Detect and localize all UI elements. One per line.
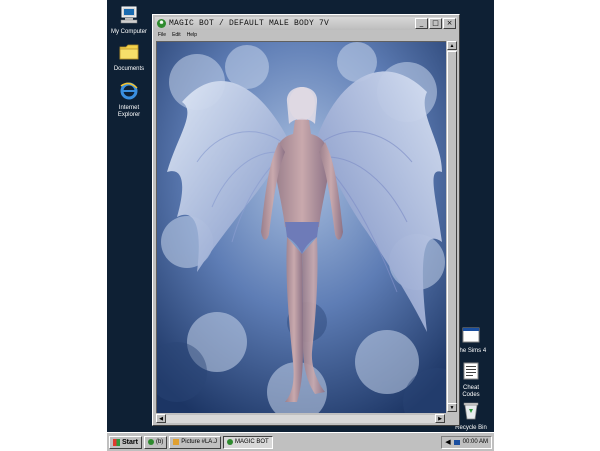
taskbar-item-picture[interactable]: Picture #LA.J <box>169 435 221 449</box>
menu-edit[interactable]: Edit <box>172 31 181 40</box>
taskbar-item-label: Picture #LA.J <box>181 438 217 445</box>
desktop-icon-label: Recycle Bin <box>455 425 487 431</box>
clock[interactable]: 00:00 AM <box>463 436 488 449</box>
desktop-icon-label: Internet Explorer <box>117 105 141 118</box>
taskbar-item-label: MAGIC BOT <box>234 438 269 445</box>
app-window[interactable]: ☻ MAGIC BOT / DEFAULT MALE BODY 7V _ □ ×… <box>152 14 460 426</box>
taskbar-item-label: (b) <box>155 438 164 445</box>
image-viewport[interactable] <box>156 41 446 413</box>
scroll-right-arrow[interactable]: ▶ <box>435 414 445 423</box>
minimize-button[interactable]: _ <box>415 18 428 29</box>
scroll-down-arrow[interactable]: ▼ <box>447 403 457 412</box>
taskbar-item-b[interactable]: (b) <box>143 435 168 449</box>
taskbar-item-magic-bot[interactable]: MAGIC BOT <box>222 435 273 449</box>
menu-file[interactable]: File <box>158 31 166 40</box>
menu-help[interactable]: Help <box>187 31 197 40</box>
start-label: Start <box>122 438 138 446</box>
windows-logo-icon <box>113 438 120 446</box>
scroll-up-arrow[interactable]: ▲ <box>447 41 457 50</box>
maximize-button[interactable]: □ <box>429 18 442 29</box>
start-button[interactable]: Start <box>109 435 142 449</box>
alien-app-icon <box>147 439 154 445</box>
volume-icon[interactable]: ◀ <box>445 436 450 449</box>
desktop-icon-my-computer[interactable]: My Computer <box>107 6 151 36</box>
window-titlebar[interactable]: ☻ MAGIC BOT / DEFAULT MALE BODY 7V _ □ × <box>155 17 457 30</box>
angel-figure-image <box>157 42 446 413</box>
system-tray: ◀ 00:00 AM <box>441 435 492 449</box>
alien-app-icon <box>226 439 233 445</box>
scroll-left-arrow[interactable]: ◀ <box>156 414 166 423</box>
computer-icon <box>107 6 151 27</box>
desktop-icon-internet-explorer[interactable]: Internet Explorer <box>107 80 151 119</box>
alien-app-icon: ☻ <box>157 19 166 28</box>
desktop-icon-documents[interactable]: Documents <box>107 43 151 73</box>
horizontal-scrollbar[interactable]: ◀ ▶ <box>156 414 445 423</box>
vertical-scrollbar[interactable]: ▲ ▼ <box>447 41 457 412</box>
desktop-icon-label: Documents <box>113 66 145 72</box>
folder-icon <box>107 43 151 64</box>
window-title: MAGIC BOT / DEFAULT MALE BODY 7V <box>169 19 330 28</box>
menu-bar: File Edit Help <box>156 31 201 40</box>
scroll-thumb[interactable] <box>447 51 457 406</box>
desktop-icon-label: My Computer <box>110 29 147 35</box>
network-icon[interactable] <box>453 439 460 445</box>
close-button[interactable]: × <box>443 18 456 29</box>
taskbar: Start (b) Picture #LA.J MAGIC BOT ◀ 00:0… <box>107 432 494 451</box>
desktop: My Computer Documents Internet Explorer <box>107 0 494 450</box>
picture-icon <box>173 439 180 445</box>
internet-explorer-icon <box>107 80 151 103</box>
